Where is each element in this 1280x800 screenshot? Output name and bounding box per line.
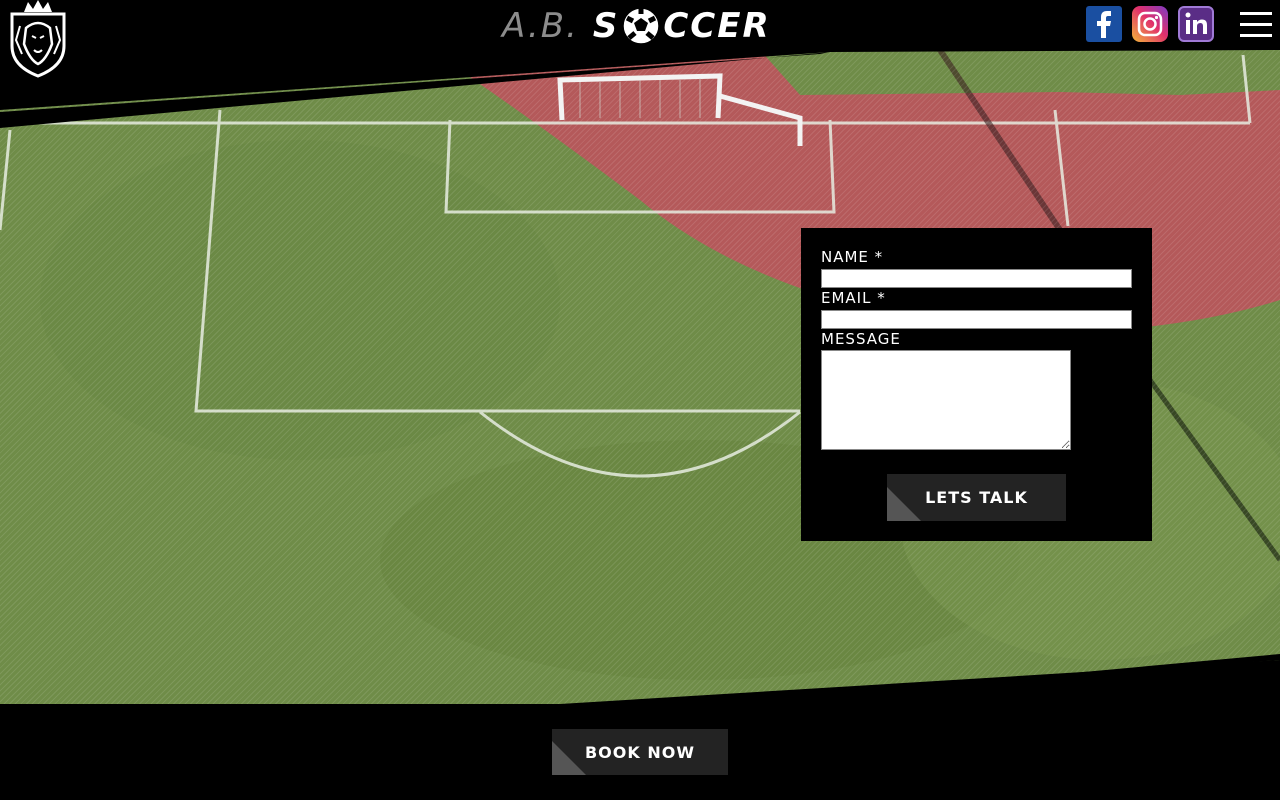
instagram-icon[interactable]	[1132, 6, 1168, 42]
facebook-icon[interactable]	[1086, 6, 1122, 42]
footer: BOOK NOW	[0, 704, 1280, 800]
hamburger-menu-icon[interactable]	[1240, 12, 1272, 38]
name-label: NAME *	[821, 248, 884, 266]
book-now-button[interactable]: BOOK NOW	[552, 729, 728, 775]
linkedin-icon[interactable]	[1178, 6, 1214, 42]
lets-talk-button[interactable]: LETS TALK	[887, 474, 1066, 521]
lion-crest-icon[interactable]	[6, 0, 70, 78]
soccer-ball-icon	[621, 6, 661, 46]
brand-logo[interactable]: A.B. S CCER	[502, 4, 771, 48]
book-now-label: BOOK NOW	[584, 742, 695, 762]
button-corner-decoration	[552, 741, 586, 775]
name-input[interactable]	[821, 269, 1132, 288]
message-textarea[interactable]	[821, 350, 1071, 450]
message-label: MESSAGE	[821, 330, 901, 348]
brand-name: S CCER	[593, 6, 771, 46]
contact-form: NAME * EMAIL * MESSAGE LETS TALK	[801, 228, 1152, 541]
social-links	[1086, 6, 1214, 42]
email-label: EMAIL *	[821, 289, 886, 307]
brand-s: S	[592, 6, 620, 46]
email-input[interactable]	[821, 310, 1132, 329]
brand-rest: CCER	[663, 6, 771, 46]
lets-talk-label: LETS TALK	[925, 488, 1028, 507]
brand-prefix: A.B.	[502, 6, 579, 46]
button-corner-decoration	[887, 487, 921, 521]
